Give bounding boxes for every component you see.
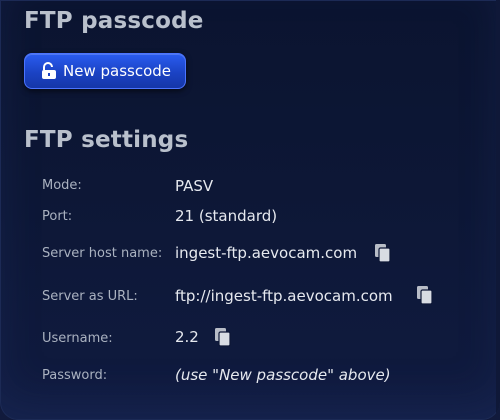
password-value: (use "New passcode" above) [175, 366, 391, 384]
ftp-passcode-heading: FTP passcode [24, 8, 204, 34]
port-label: Port: [42, 209, 73, 224]
copy-icon[interactable] [416, 285, 434, 305]
mode-value: PASV [175, 177, 214, 195]
server-host-name-value: ingest-ftp.aevocam.com [175, 244, 358, 262]
port-value: 21 (standard) [175, 207, 278, 225]
new-passcode-button[interactable]: New passcode [24, 53, 186, 89]
password-label: Password: [42, 368, 108, 383]
server-url-value: ftp://ingest-ftp.aevocam.com [175, 287, 393, 305]
server-host-name-label: Server host name: [42, 246, 163, 261]
unlock-icon [41, 62, 57, 80]
copy-icon[interactable] [374, 243, 392, 263]
mode-label: Mode: [42, 178, 82, 193]
ftp-settings-heading: FTP settings [24, 127, 189, 153]
server-url-label: Server as URL: [42, 289, 138, 304]
new-passcode-button-label: New passcode [63, 62, 172, 80]
panel-edge [496, 0, 500, 420]
username-label: Username: [42, 331, 113, 346]
copy-icon[interactable] [214, 327, 232, 347]
ftp-panel: FTP passcode New passcode FTP settings M… [0, 0, 500, 420]
username-value: 2.2 [175, 328, 199, 346]
